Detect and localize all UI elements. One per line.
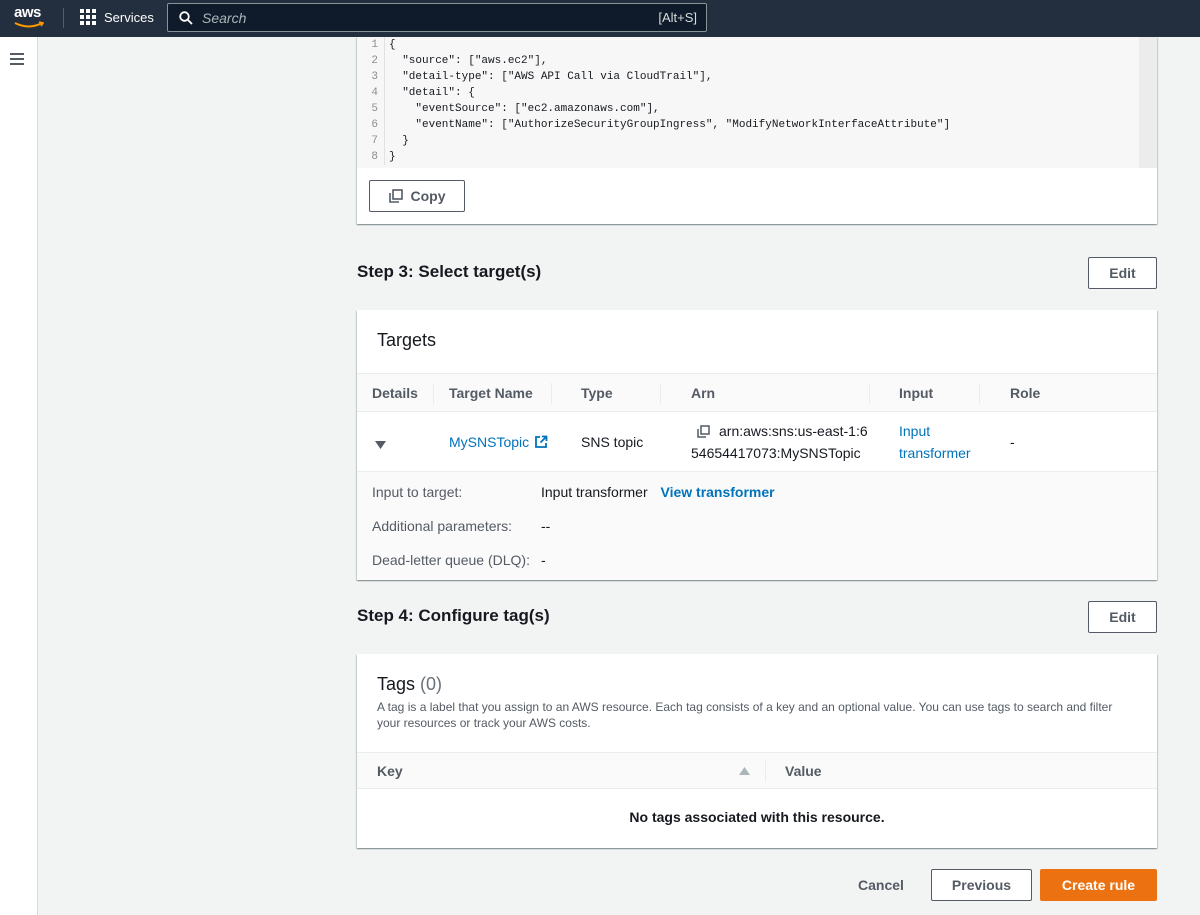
input-transformer-link[interactable]: Input transformer: [899, 420, 971, 464]
expand-row-toggle[interactable]: [375, 434, 386, 456]
sort-ascending-icon[interactable]: [739, 767, 750, 776]
search-input[interactable]: [202, 9, 659, 26]
target-type: SNS topic: [581, 434, 644, 450]
table-row: MySNSTopic SNS topic arn:aws:sns:us-east…: [357, 412, 1157, 472]
services-menu-button[interactable]: Services: [80, 9, 154, 25]
copy-button[interactable]: Copy: [369, 180, 465, 212]
aws-logo[interactable]: aws: [14, 5, 48, 31]
event-pattern-panel: 1{ 2 "source": ["aws.ec2"], 3 "detail-ty…: [357, 37, 1157, 224]
column-header-role[interactable]: Role: [1010, 374, 1040, 413]
column-divider: [660, 383, 661, 404]
search-icon: [179, 10, 193, 25]
input-link-line-1: Input: [899, 423, 931, 439]
cancel-button[interactable]: Cancel: [858, 877, 904, 893]
copy-icon: [388, 189, 403, 203]
code-line: 7 }: [357, 133, 1139, 149]
column-divider: [433, 383, 434, 404]
copy-arn-icon[interactable]: [697, 424, 710, 438]
input-to-target-label: Input to target:: [372, 484, 463, 500]
services-label: Services: [104, 9, 154, 25]
menu-hamburger-icon[interactable]: [10, 53, 24, 65]
nav-divider: [63, 8, 64, 28]
column-divider: [765, 761, 766, 782]
dlq-value: -: [541, 552, 546, 568]
targets-panel-title: Targets: [377, 330, 437, 350]
tags-table-header: Key Value: [357, 752, 1157, 789]
search-shortcut-hint: [Alt+S]: [658, 10, 697, 25]
caret-down-icon: [375, 441, 386, 449]
column-divider: [551, 383, 552, 404]
input-to-target-text: Input transformer: [541, 484, 648, 500]
target-arn-line-1: arn:aws:sns:us-east-1:6: [719, 423, 868, 439]
column-header-value[interactable]: Value: [785, 753, 822, 790]
code-line: 2 "source": ["aws.ec2"],: [357, 53, 1139, 69]
event-pattern-code[interactable]: 1{ 2 "source": ["aws.ec2"], 3 "detail-ty…: [357, 37, 1139, 168]
input-to-target-value: Input transformer View transformer: [541, 484, 775, 500]
create-rule-button[interactable]: Create rule: [1040, 869, 1157, 901]
tags-title-text: Tags: [377, 674, 416, 694]
target-arn-line-2: 54654417073:MySNSTopic: [691, 445, 861, 461]
code-line: 5 "eventSource": ["ec2.amazonaws.com"],: [357, 101, 1139, 117]
code-line: 3 "detail-type": ["AWS API Call via Clou…: [357, 69, 1139, 85]
column-divider: [869, 383, 870, 404]
services-grid-icon: [80, 9, 96, 25]
tags-description: A tag is a label that you assign to an A…: [377, 700, 1113, 730]
target-arn-cell: arn:aws:sns:us-east-1:6 54654417073:MySN…: [691, 420, 868, 464]
step3-title: Step 3: Select target(s): [357, 262, 542, 281]
column-header-details[interactable]: Details: [372, 374, 418, 413]
copy-button-label: Copy: [410, 188, 446, 204]
tags-panel-title: Tags (0): [377, 674, 442, 695]
column-divider: [979, 383, 980, 404]
target-name-cell: MySNSTopic: [449, 431, 548, 453]
tags-count: (0): [420, 674, 443, 694]
target-name-link[interactable]: MySNSTopic: [449, 431, 529, 453]
additional-parameters-value: --: [541, 518, 551, 534]
code-line: 8}: [357, 149, 1139, 165]
step4-title: Step 4: Configure tag(s): [357, 606, 550, 625]
step4-edit-button[interactable]: Edit: [1088, 601, 1157, 633]
previous-button[interactable]: Previous: [931, 869, 1032, 901]
side-navigation-rail: [0, 37, 38, 915]
column-header-input[interactable]: Input: [899, 374, 933, 413]
top-navigation: aws Services [Alt+S]: [0, 0, 1200, 37]
external-link-icon[interactable]: [534, 435, 548, 449]
code-line: 1{: [357, 37, 1139, 53]
column-header-target-name[interactable]: Target Name: [449, 374, 533, 413]
step3-edit-button[interactable]: Edit: [1088, 257, 1157, 289]
targets-table-header: Details Target Name Type Arn Input Role: [357, 373, 1157, 412]
code-line: 4 "detail": {: [357, 85, 1139, 101]
input-link-line-2: transformer: [899, 445, 971, 461]
column-header-key[interactable]: Key: [377, 753, 403, 790]
code-scrollbar[interactable]: [1139, 37, 1157, 168]
view-transformer-link[interactable]: View transformer: [661, 484, 775, 500]
tags-panel: Tags (0) A tag is a label that you assig…: [357, 654, 1157, 848]
column-header-arn[interactable]: Arn: [691, 374, 715, 413]
additional-parameters-label: Additional parameters:: [372, 518, 513, 534]
code-line: 6 "eventName": ["AuthorizeSecurityGroupI…: [357, 117, 1139, 133]
target-role: -: [1010, 434, 1015, 450]
search-bar[interactable]: [Alt+S]: [167, 3, 707, 32]
targets-panel: Targets Details Target Name Type Arn Inp…: [357, 310, 1157, 580]
dlq-label: Dead-letter queue (DLQ):: [372, 552, 530, 568]
tags-empty-message: No tags associated with this resource.: [629, 809, 885, 825]
aws-logo-text: aws: [14, 4, 41, 21]
column-header-type[interactable]: Type: [581, 374, 613, 413]
aws-smile-icon: [14, 21, 44, 28]
target-details-expanded: Input to target: Input transformer View …: [357, 472, 1157, 580]
